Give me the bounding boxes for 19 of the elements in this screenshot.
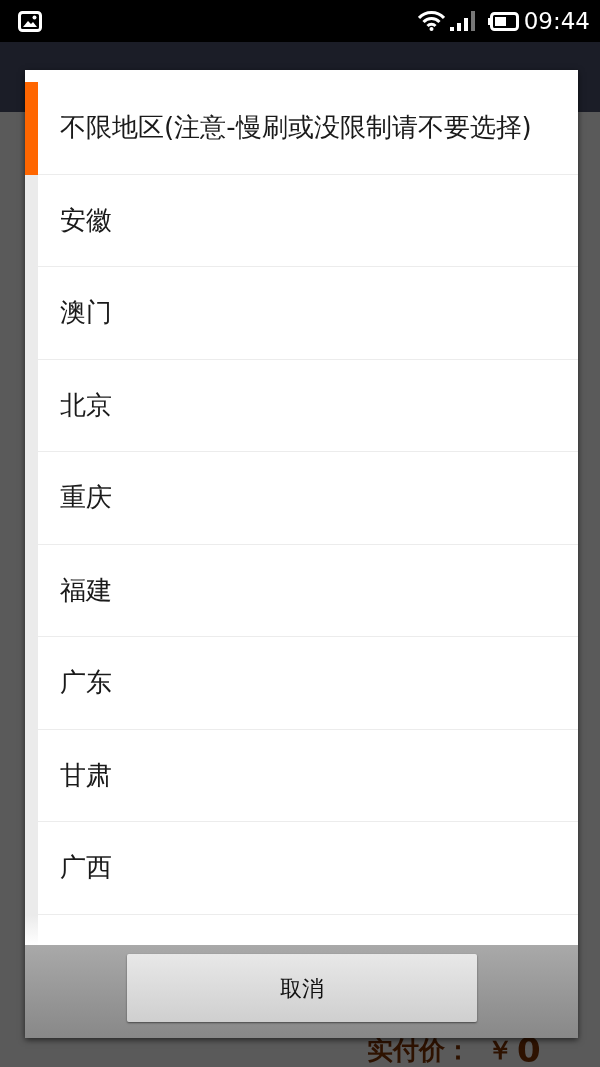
currency-symbol: ￥	[487, 1034, 513, 1066]
price-label: 实付价：	[367, 1034, 471, 1066]
battery-icon	[487, 11, 519, 31]
region-option[interactable]: 福建	[25, 544, 578, 637]
price-amount: 0	[517, 1034, 541, 1066]
region-option[interactable]: 甘肃	[25, 729, 578, 822]
region-option[interactable]: 重庆	[25, 452, 578, 545]
region-option[interactable]: 不限地区(注意-慢刷或没限制请不要选择)	[25, 82, 578, 175]
region-option[interactable]: 广西	[25, 822, 578, 915]
region-option[interactable]: 安徽	[25, 174, 578, 267]
status-time: 09:44	[523, 9, 590, 33]
region-option[interactable]: 广东	[25, 637, 578, 730]
wifi-icon	[417, 11, 445, 31]
region-option[interactable]: 澳门	[25, 267, 578, 360]
region-option[interactable]: 北京	[25, 359, 578, 452]
side-strip	[25, 914, 38, 945]
signal-icon	[449, 11, 477, 31]
cancel-button[interactable]: 取消	[126, 954, 477, 1022]
image-icon	[18, 10, 42, 32]
